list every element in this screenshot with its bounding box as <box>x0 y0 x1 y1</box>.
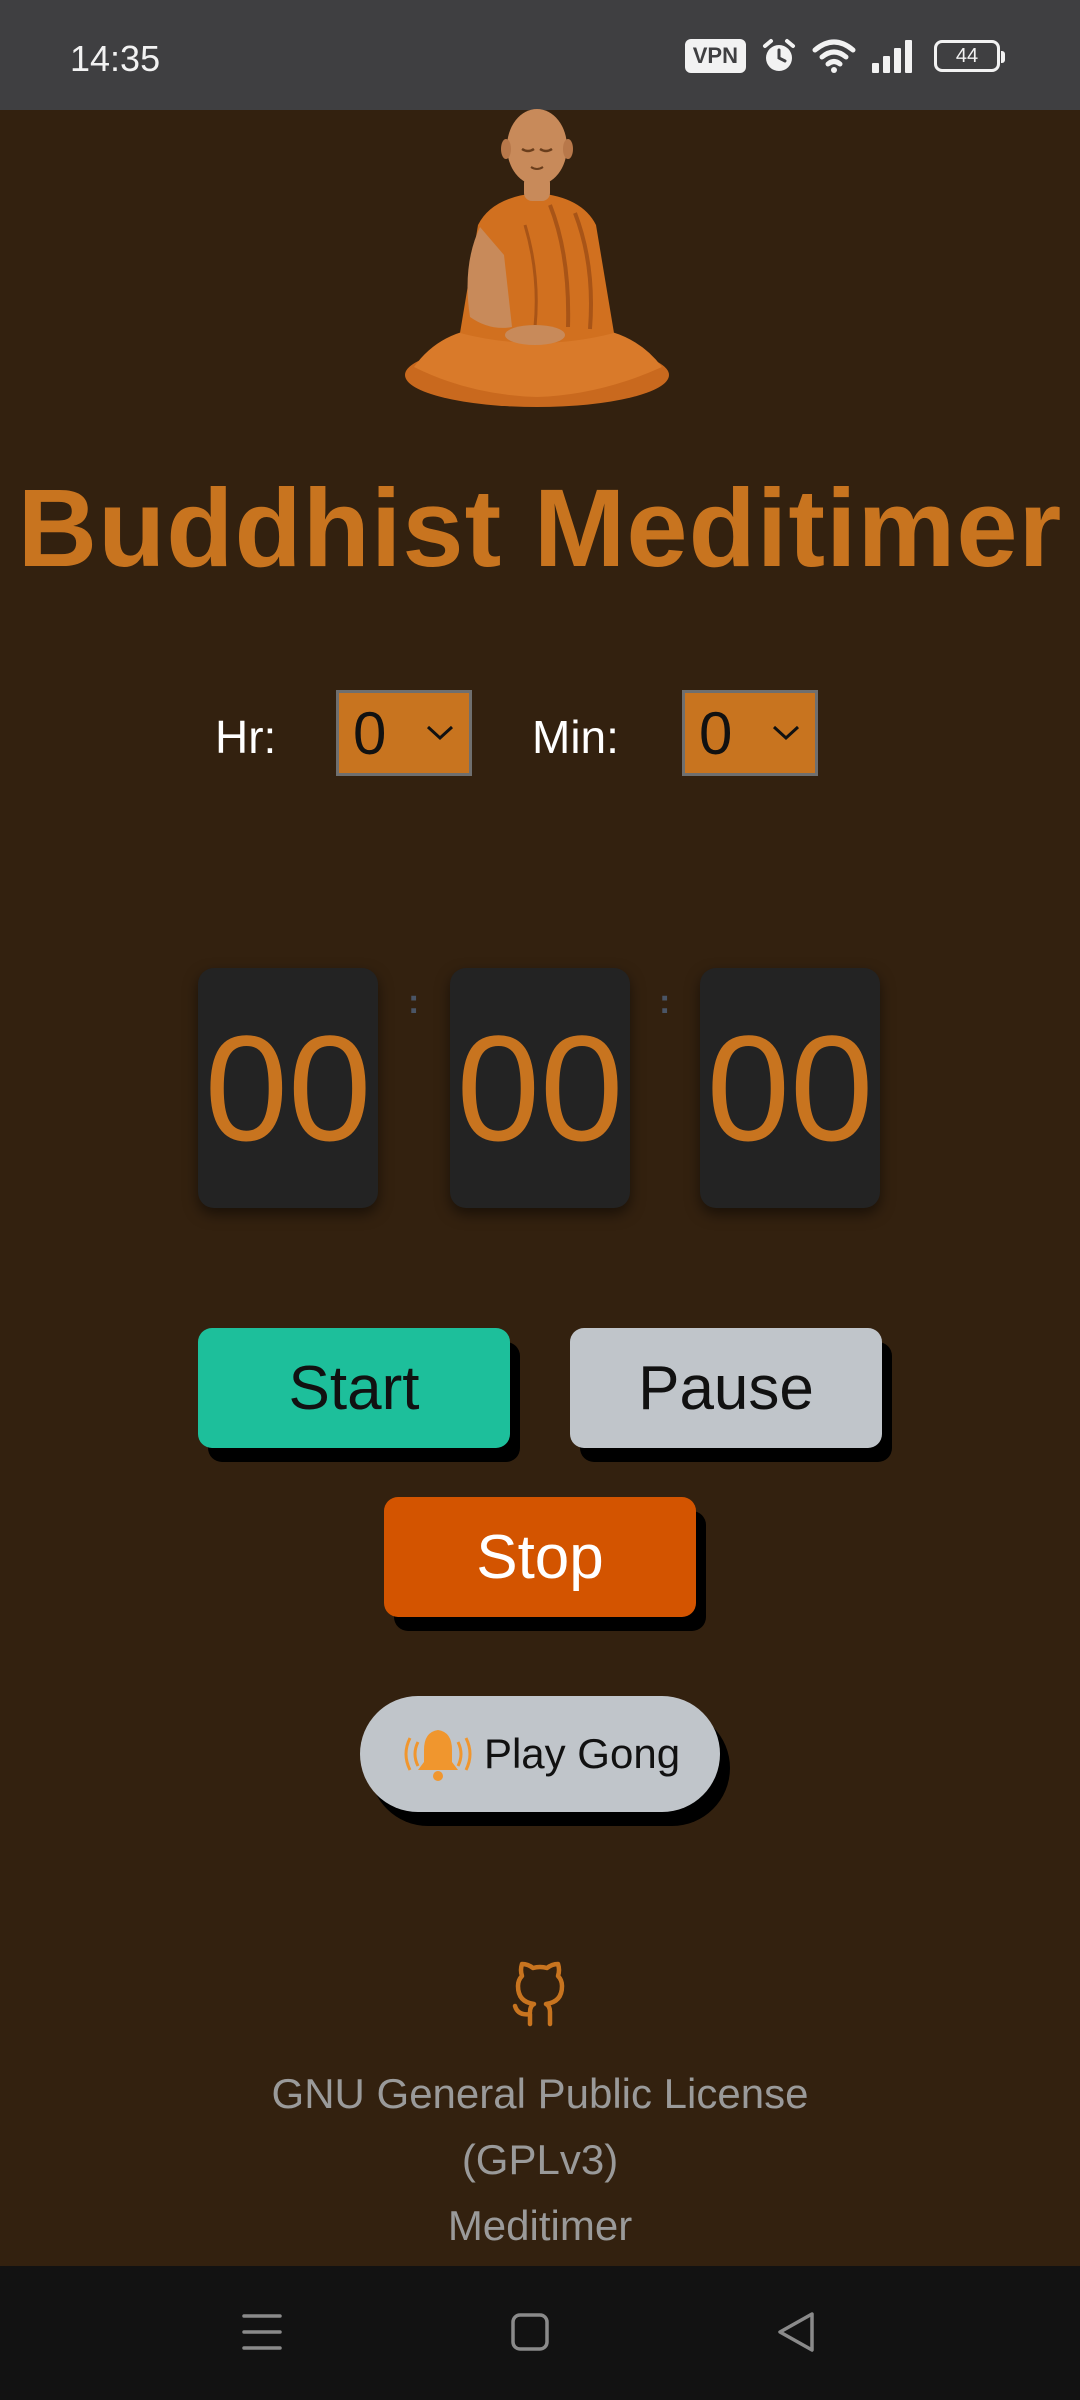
countdown-separator: : <box>408 983 420 1021</box>
signal-icon <box>872 40 912 73</box>
bell-icon <box>404 1730 472 1781</box>
wifi-icon <box>812 39 856 73</box>
back-icon[interactable] <box>776 2308 816 2356</box>
countdown-separator: : <box>659 983 671 1021</box>
license-line-1: GNU General Public License <box>271 2070 809 2117</box>
navigation-bar <box>0 2266 1080 2400</box>
countdown-seconds: 00 <box>700 968 880 1208</box>
stop-button[interactable]: Stop <box>384 1497 696 1617</box>
pause-button[interactable]: Pause <box>570 1328 882 1448</box>
start-button[interactable]: Start <box>198 1328 510 1448</box>
license-line-2: (GPLv3) <box>461 2136 619 2183</box>
hours-select-value: 0 <box>353 699 387 767</box>
home-icon[interactable] <box>510 2308 550 2356</box>
chevron-down-icon <box>426 725 454 741</box>
countdown-hours: 00 <box>198 968 378 1208</box>
menu-icon[interactable] <box>242 2308 282 2356</box>
countdown-minutes: 00 <box>450 968 630 1208</box>
vpn-icon: VPN <box>684 39 746 73</box>
hours-label: Hr: <box>215 711 277 763</box>
status-icons: VPN 44 <box>684 34 1005 78</box>
app-title: Buddhist Meditimer <box>17 467 1063 590</box>
hours-select[interactable]: 0 <box>336 690 472 776</box>
alarm-icon <box>763 39 795 71</box>
minutes-select[interactable]: 0 <box>682 690 818 776</box>
minutes-select-value: 0 <box>699 699 733 767</box>
github-icon[interactable] <box>504 1958 576 2030</box>
battery-icon: 44 <box>934 40 1005 72</box>
license-line-3: Meditimer <box>447 2202 633 2249</box>
play-gong-label: Play Gong <box>483 1730 681 1777</box>
minutes-label: Min: <box>532 711 619 763</box>
play-gong-button[interactable]: Play Gong <box>360 1696 720 1812</box>
meditating-monk-logo <box>405 109 669 407</box>
battery-level: 44 <box>955 44 979 67</box>
status-time: 14:35 <box>70 38 161 79</box>
chevron-down-icon <box>772 725 800 741</box>
status-bar: 14:35 VPN 44 <box>0 0 1080 110</box>
